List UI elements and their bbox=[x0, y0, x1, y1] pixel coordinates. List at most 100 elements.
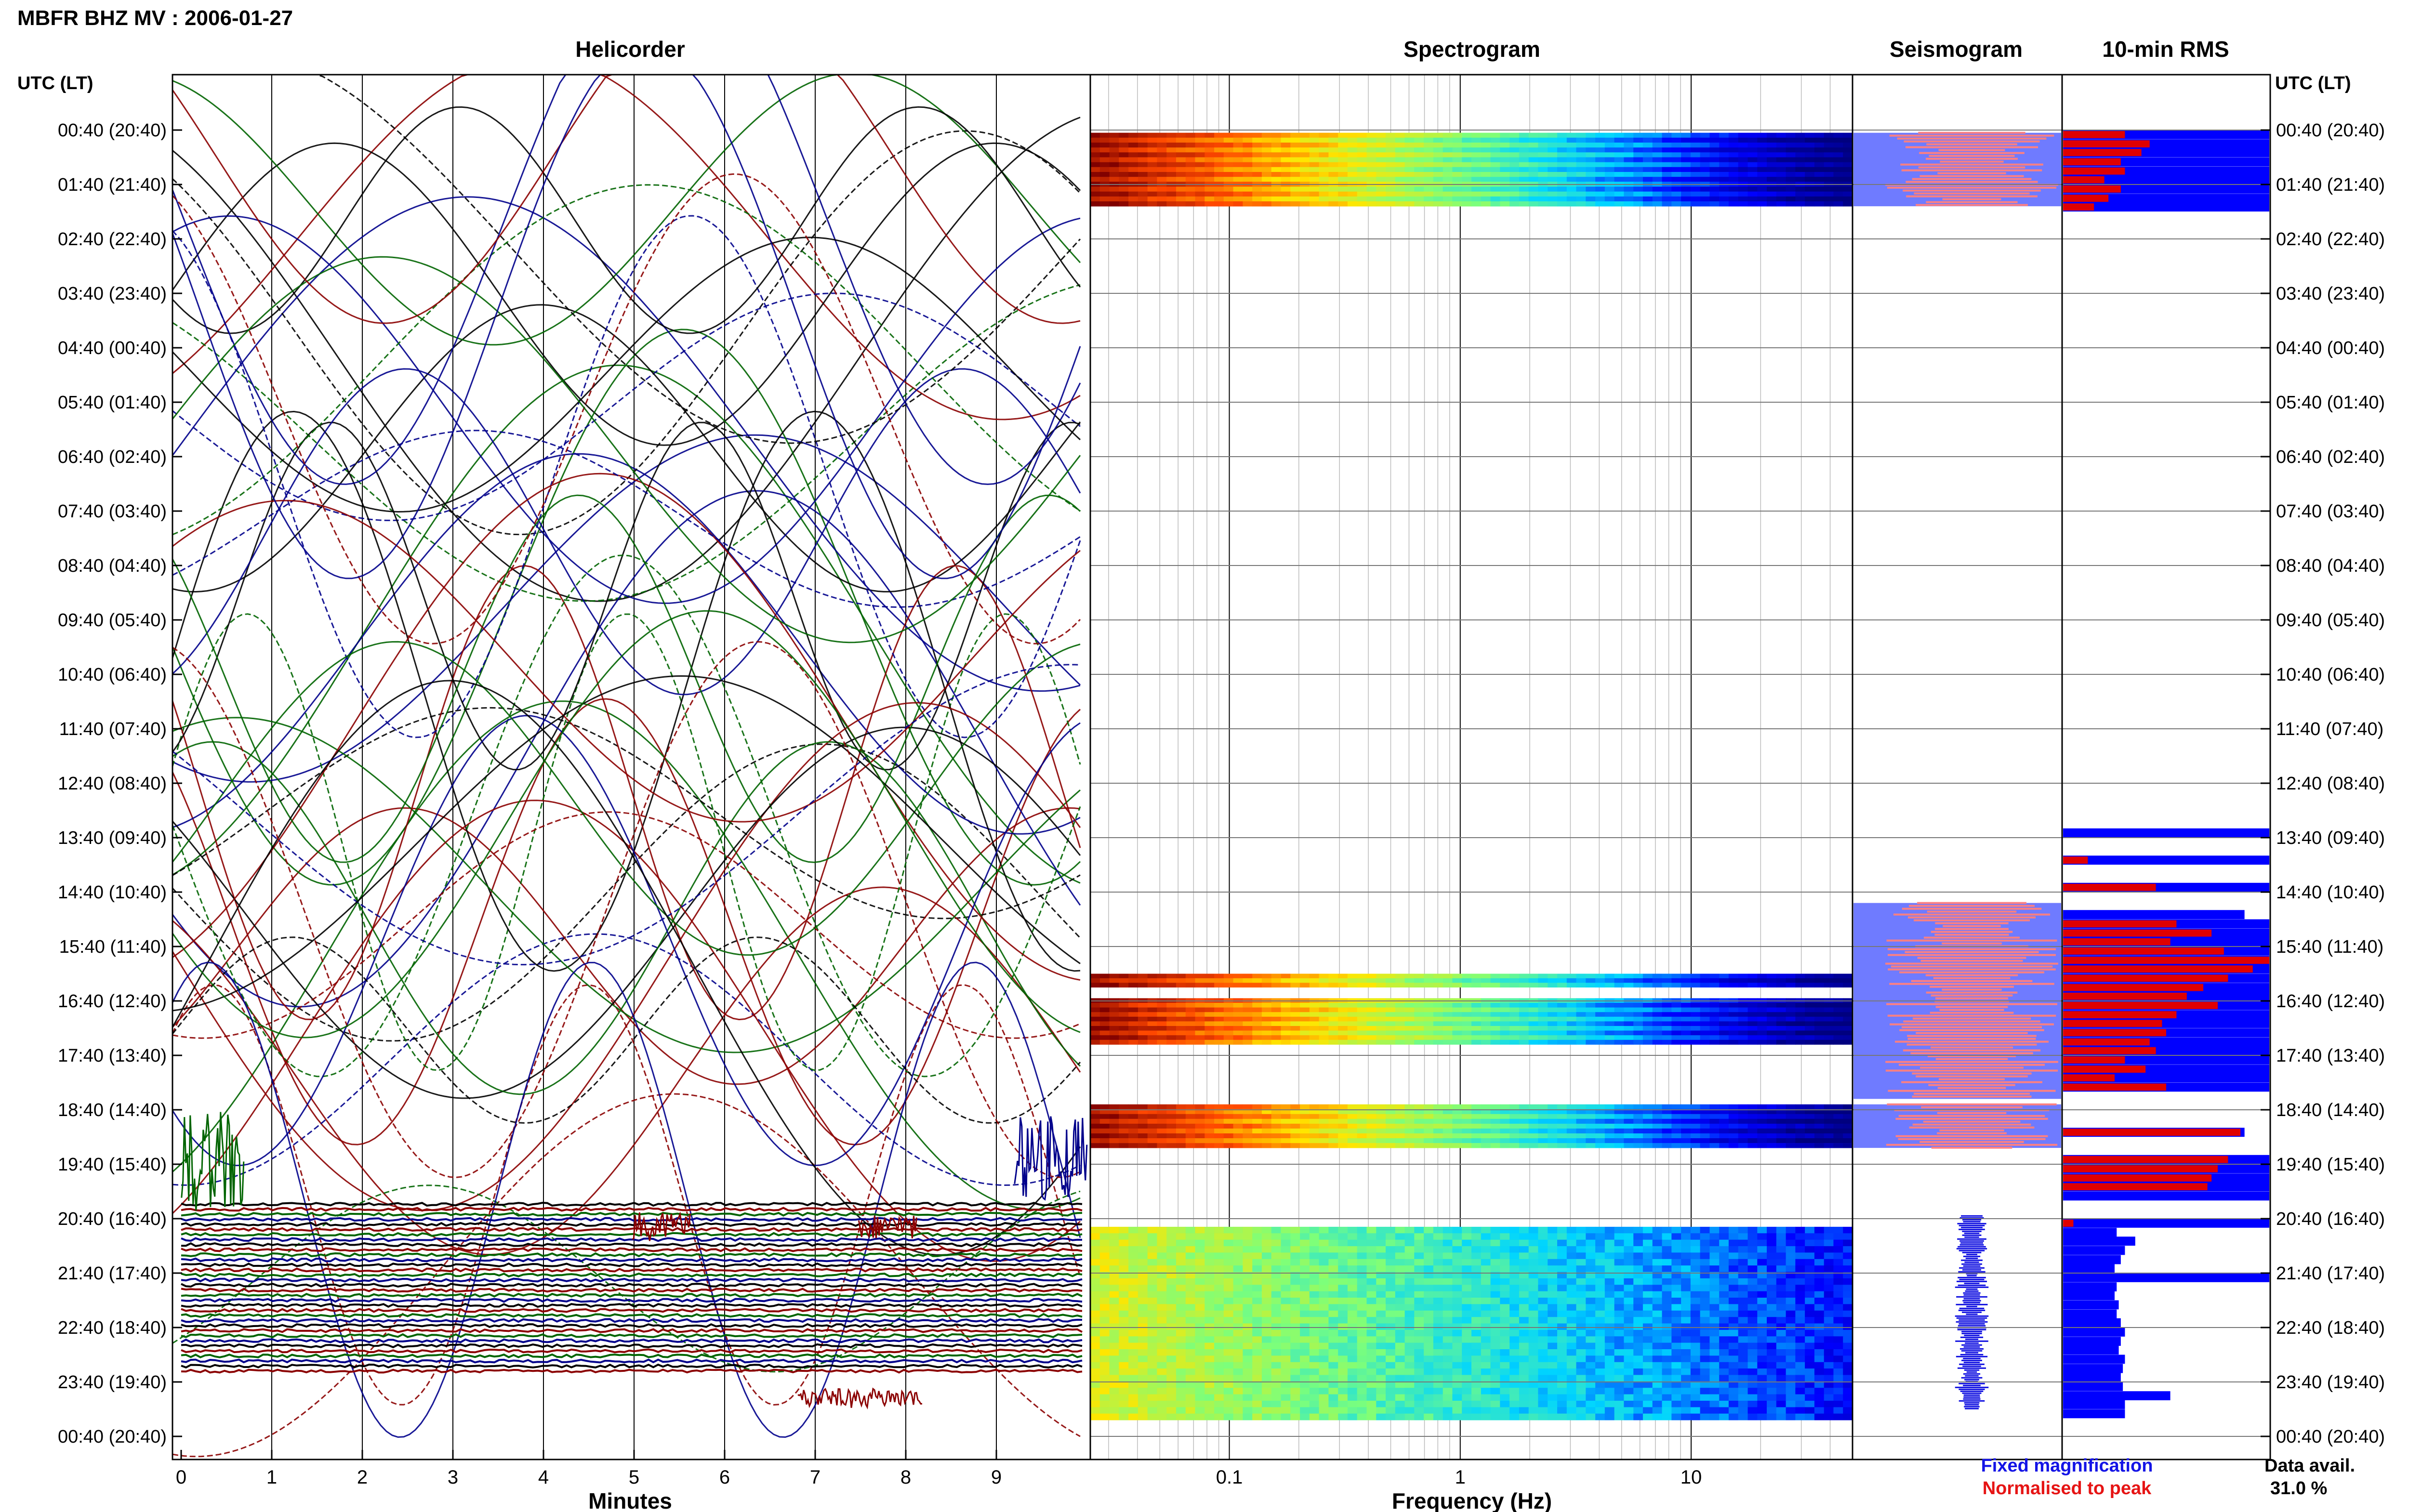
spectrogram-cell bbox=[1604, 143, 1615, 148]
spectrogram-cell bbox=[1347, 1128, 1358, 1134]
spectrogram-cell bbox=[1728, 1114, 1739, 1119]
spectrogram-cell bbox=[1500, 1030, 1510, 1036]
spectrogram-cell bbox=[1624, 983, 1634, 988]
spectrogram-cell bbox=[1709, 1114, 1720, 1119]
spectrogram-cell bbox=[1757, 137, 1767, 143]
spectrogram-cell bbox=[1176, 1310, 1186, 1317]
spectrogram-cell bbox=[1719, 1265, 1729, 1272]
spectrogram-cell bbox=[1481, 1021, 1491, 1026]
spectrogram-cell bbox=[1281, 978, 1291, 983]
spectrogram-cell bbox=[1624, 1003, 1634, 1008]
spectrogram-cell bbox=[1576, 1246, 1586, 1253]
spectrogram-cell bbox=[1328, 1349, 1338, 1356]
spectrogram-cell bbox=[1671, 1039, 1681, 1045]
spectrogram-cell bbox=[1462, 1285, 1472, 1292]
spectrogram-cell bbox=[1357, 1035, 1367, 1040]
spectrogram-cell bbox=[1528, 1285, 1539, 1292]
spectrogram-cell bbox=[1281, 152, 1291, 158]
spectrogram-cell bbox=[1519, 1336, 1529, 1343]
spectrogram-cell bbox=[1519, 1138, 1529, 1144]
spectrogram-cell bbox=[1090, 1368, 1100, 1375]
spectrogram-cell bbox=[1099, 152, 1110, 158]
spectrogram-cell bbox=[1386, 1342, 1396, 1350]
spectrogram-cell bbox=[1738, 1118, 1748, 1124]
spectrogram-cell bbox=[1290, 1035, 1300, 1040]
spectrogram-cell bbox=[1300, 1323, 1310, 1330]
spectrogram-cell bbox=[1662, 167, 1672, 172]
spectrogram-cell bbox=[1176, 1349, 1186, 1356]
spectrogram-cell bbox=[1204, 1007, 1215, 1012]
spectrogram-cell bbox=[1281, 1039, 1291, 1045]
spectrogram-cell bbox=[1633, 143, 1643, 148]
spectrogram-cell bbox=[1309, 1375, 1320, 1382]
spectrogram-cell bbox=[1462, 1021, 1472, 1026]
spectrogram-cell bbox=[1452, 1342, 1462, 1350]
spectrogram-cell bbox=[1195, 1362, 1205, 1369]
spectrogram-cell bbox=[1576, 1233, 1586, 1240]
spectrogram-cell bbox=[1557, 1342, 1567, 1350]
spectrogram-cell bbox=[1795, 1016, 1805, 1022]
spectrogram-cell bbox=[1176, 1285, 1186, 1292]
spectrogram-cell bbox=[1147, 1259, 1158, 1266]
spectrogram-cell bbox=[1604, 1285, 1615, 1292]
spectrogram-cell bbox=[1566, 191, 1577, 197]
spectrogram-cell bbox=[1157, 1375, 1167, 1382]
spectrogram-cell bbox=[1424, 157, 1434, 163]
spectrogram-cell bbox=[1243, 1362, 1253, 1369]
spectrogram-cell bbox=[1261, 157, 1272, 163]
spectrogram-cell bbox=[1805, 1285, 1815, 1292]
spectrogram-cell bbox=[1319, 1128, 1329, 1134]
spectrogram-cell bbox=[1776, 1114, 1787, 1119]
spectrogram-cell bbox=[1204, 162, 1215, 168]
spectrogram-cell bbox=[1481, 1278, 1491, 1285]
spectrogram-cell bbox=[1214, 1035, 1224, 1040]
spectrogram-cell bbox=[1728, 1233, 1739, 1240]
spectrogram-cell bbox=[1138, 186, 1148, 192]
spectrogram-cell bbox=[1642, 1304, 1653, 1311]
spectrogram-cell bbox=[1614, 1310, 1624, 1317]
spectrogram-cell bbox=[1633, 1278, 1643, 1285]
spectrogram-cell bbox=[1233, 1310, 1243, 1317]
spectrogram-cell bbox=[1595, 186, 1605, 192]
spectrogram-cell bbox=[1404, 1007, 1415, 1012]
spectrogram-cell bbox=[1300, 1143, 1310, 1148]
spectrogram-cell bbox=[1109, 1368, 1119, 1375]
spectrogram-cell bbox=[1099, 1317, 1110, 1324]
spectrogram-cell bbox=[1452, 1007, 1462, 1012]
spectrogram-cell bbox=[1833, 978, 1843, 983]
spectrogram-cell bbox=[1738, 1016, 1748, 1022]
spectrogram-cell bbox=[1757, 191, 1767, 197]
spectrogram-cell bbox=[1566, 152, 1577, 158]
spectrogram-cell bbox=[1157, 983, 1167, 988]
spectrogram-cell bbox=[1633, 978, 1643, 983]
spectrogram-cell bbox=[1614, 177, 1624, 182]
spectrogram-cell bbox=[1624, 196, 1634, 202]
spectrogram-cell bbox=[1624, 1118, 1634, 1124]
spectrogram-cell bbox=[1642, 1114, 1653, 1119]
spectrogram-cell bbox=[1786, 1317, 1796, 1324]
spectrogram-cell bbox=[1366, 1138, 1377, 1144]
spectrogram-cell bbox=[1109, 1362, 1119, 1369]
spectrogram-cell bbox=[1652, 1355, 1663, 1363]
spectrogram-cell bbox=[1671, 1138, 1681, 1144]
spectrogram-cell bbox=[1338, 1030, 1348, 1036]
spectrogram-cell bbox=[1366, 1007, 1377, 1012]
spectrogram-cell bbox=[1843, 1003, 1853, 1008]
spectrogram-cell bbox=[1538, 1368, 1548, 1375]
spectrogram-cell bbox=[1728, 1012, 1739, 1017]
spectrogram-cell bbox=[1614, 1104, 1624, 1110]
spectrogram-cell bbox=[1090, 1362, 1100, 1369]
spectrogram-cell bbox=[1481, 1298, 1491, 1304]
spectrogram-cell bbox=[1300, 1016, 1310, 1022]
spectrogram-cell bbox=[1347, 1368, 1358, 1375]
spectrogram-cell bbox=[1509, 1104, 1520, 1110]
spectrogram-cell bbox=[1185, 132, 1196, 138]
spectrogram-cell bbox=[1357, 1368, 1367, 1375]
spectrogram-cell bbox=[1157, 177, 1167, 182]
spectrogram-cell bbox=[1243, 973, 1253, 979]
spectrogram-cell bbox=[1223, 1259, 1234, 1266]
spectrogram-cell bbox=[1738, 1239, 1748, 1247]
spectrogram-cell bbox=[1481, 132, 1491, 138]
spectrogram-cell bbox=[1624, 1233, 1634, 1240]
spectrogram-cell bbox=[1747, 1252, 1758, 1260]
